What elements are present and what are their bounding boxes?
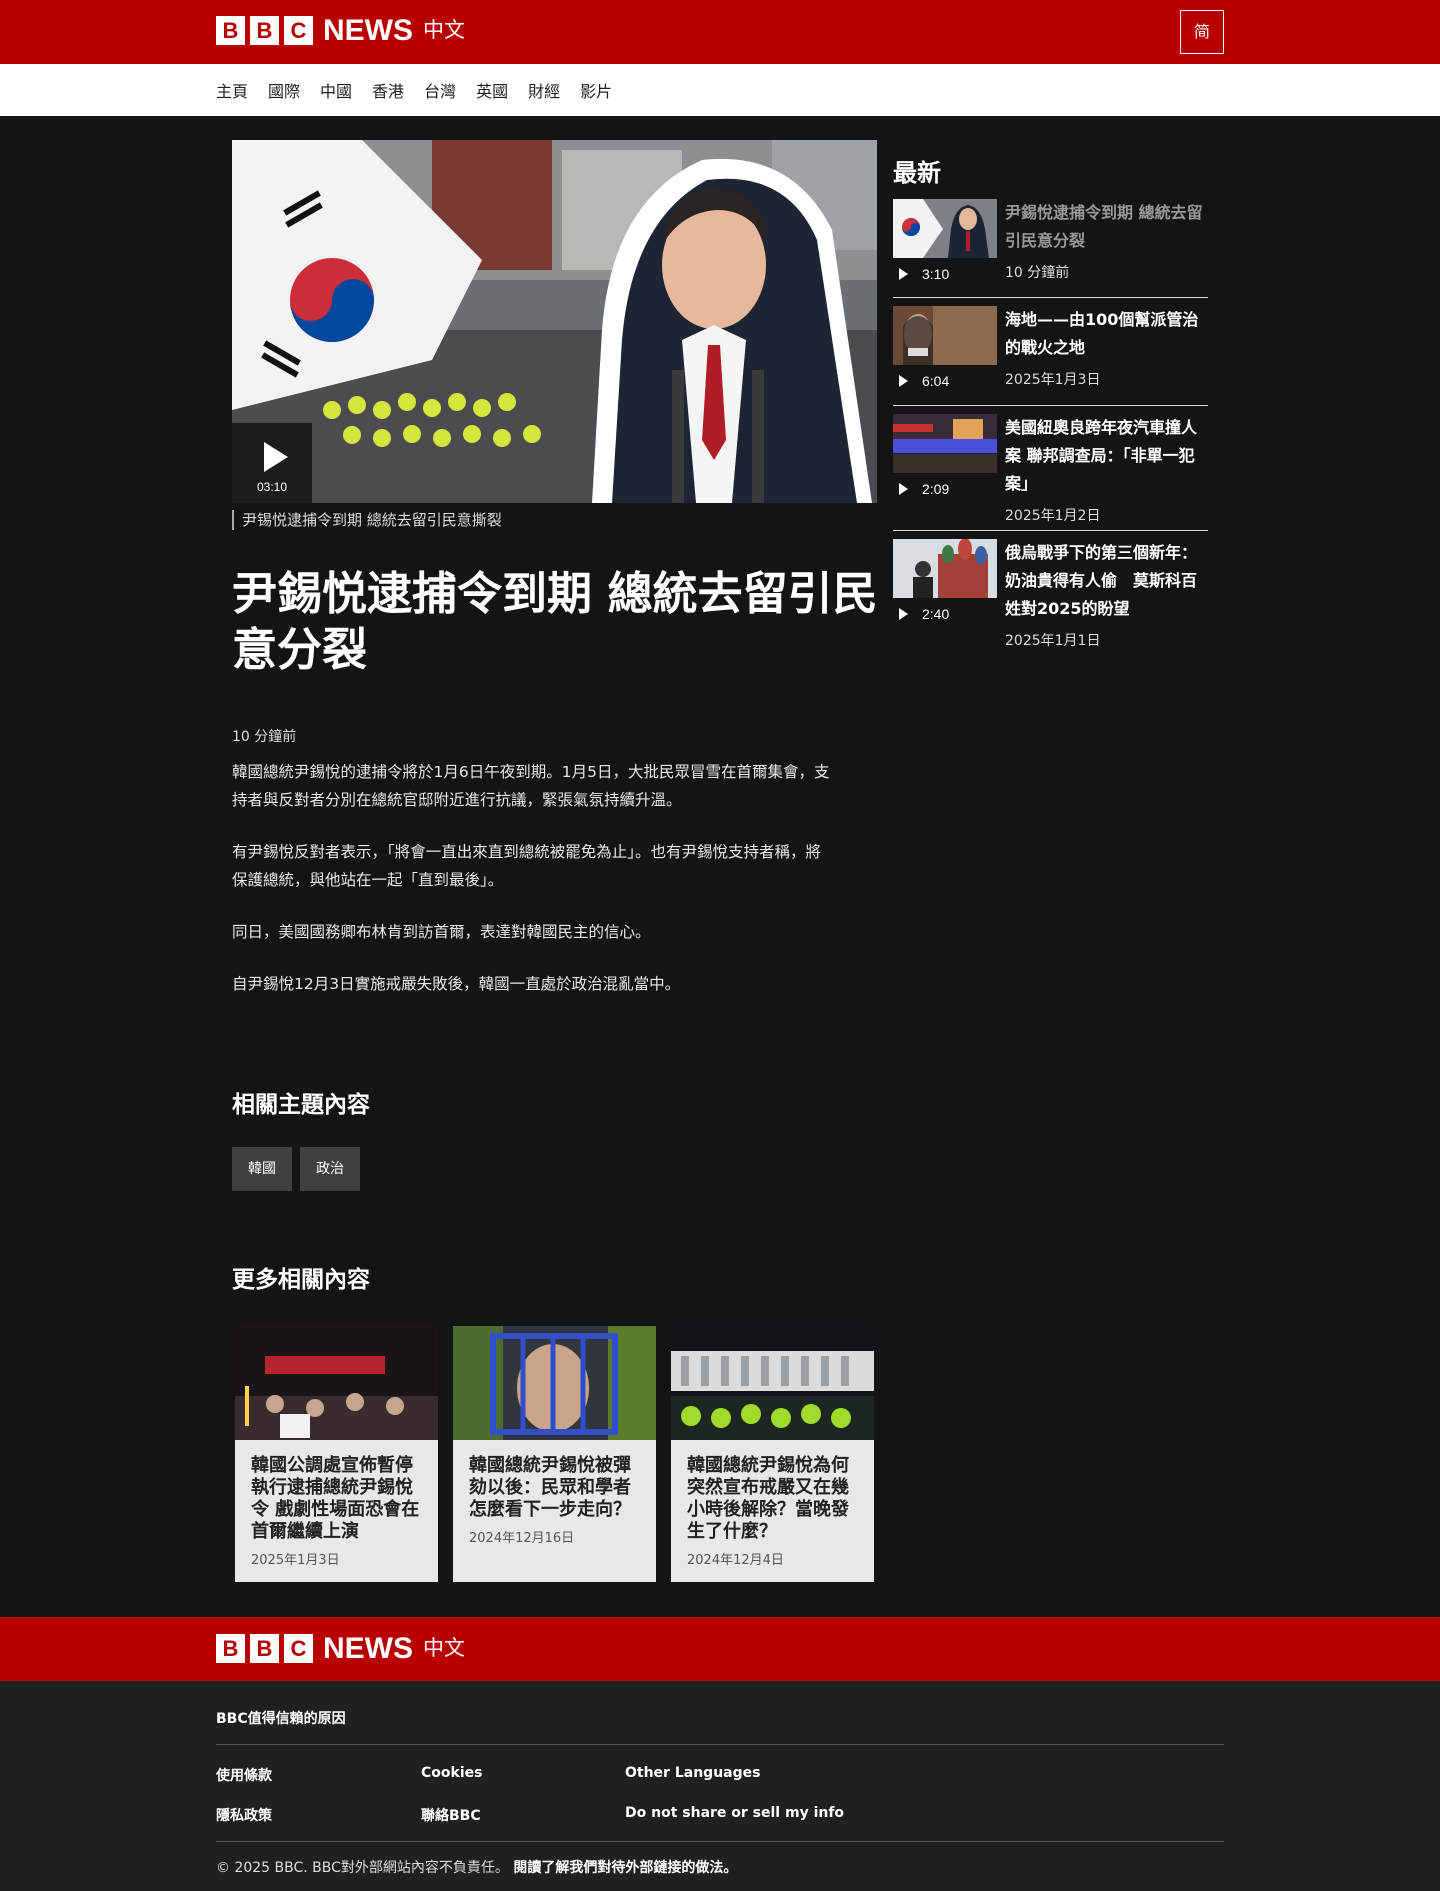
logo-letter-c: C xyxy=(284,16,313,45)
more-related-title: 更多相關內容 xyxy=(232,1267,370,1293)
nav-item-home[interactable]: 主頁 xyxy=(216,78,248,102)
article-paragraph: 有尹錫悅反對者表示，「將會一直出來直到總統被罷免為止」。也有尹錫悅支持者稱，將保… xyxy=(232,843,822,889)
logo-language-text: 中文 xyxy=(423,1636,465,1660)
latest-item-title: 俄烏戰爭下的第三個新年：奶油貴得有人偷 莫斯科百姓對2025的盼望 xyxy=(1005,543,1198,618)
article-headline: 尹錫悦逮捕令到期 總統去留引民意分裂 xyxy=(232,567,878,676)
latest-item-title: 美國紐奧良跨年夜汽車撞人案 聯邦調查局：「非單一犯案」 xyxy=(1005,418,1198,493)
related-card-image xyxy=(453,1326,656,1440)
divider xyxy=(893,297,1208,298)
nav-item-taiwan[interactable]: 台灣 xyxy=(424,78,456,102)
video-thumbnail-image xyxy=(232,140,877,503)
topic-tag-korea[interactable]: 韓國 xyxy=(232,1147,292,1191)
external-links-policy-link[interactable]: 閱讀了解我們對待外部鏈接的做法。 xyxy=(513,1860,737,1876)
logo-language-text: 中文 xyxy=(423,18,465,42)
related-card-date: 2024年12月4日 xyxy=(687,1553,784,1568)
latest-item-duration: 6:04 xyxy=(899,373,949,389)
video-player[interactable]: 03:10 xyxy=(232,140,877,503)
logo-letter-b2: B xyxy=(250,16,279,45)
latest-item-date: 2025年1月2日 xyxy=(1005,508,1101,524)
footer-link-terms[interactable]: 使用條款 xyxy=(216,1765,272,1785)
top-banner: B B C NEWS 中文 简 xyxy=(0,0,1440,64)
latest-item[interactable]: 2:40 俄烏戰爭下的第三個新年：奶油貴得有人偷 莫斯科百姓對2025的盼望 2… xyxy=(893,539,1208,649)
latest-item[interactable]: 3:10 尹錫悅逮捕令到期 總統去留引民意分裂 10 分鐘前 xyxy=(893,199,1208,289)
latest-item-duration: 3:10 xyxy=(899,266,949,282)
nav-list: 主頁 國際 中國 香港 台灣 英國 財經 影片 xyxy=(216,64,632,116)
latest-item-title: 尹錫悅逮捕令到期 總統去留引民意分裂 xyxy=(1005,203,1203,250)
divider xyxy=(893,405,1208,406)
latest-item-date: 2025年1月3日 xyxy=(1005,372,1101,388)
footer-link-contact-bbc[interactable]: 聯絡BBC xyxy=(421,1805,481,1825)
nav-item-international[interactable]: 國際 xyxy=(268,78,300,102)
latest-item-thumbnail xyxy=(893,199,997,258)
latest-item-date: 2025年1月1日 xyxy=(1005,633,1101,649)
related-topics-title: 相關主題內容 xyxy=(232,1092,370,1118)
related-card-title: 韓國公調處宣佈暫停執行逮捕總統尹錫悅令 戲劇性場面恐會在首爾繼續上演 xyxy=(251,1455,420,1542)
related-card[interactable]: 韓國總統尹錫悅被彈劾以後：民眾和學者怎麼看下一步走向？ 2024年12月16日 xyxy=(453,1326,656,1582)
logo-news-text: NEWS xyxy=(323,1632,413,1665)
logo-letter-b1: B xyxy=(216,1634,245,1663)
related-card[interactable]: 韓國公調處宣佈暫停執行逮捕總統尹錫悅令 戲劇性場面恐會在首爾繼續上演 2025年… xyxy=(235,1326,438,1582)
video-caption: 尹锡悦逮捕令到期 總統去留引民意撕裂 xyxy=(232,510,502,530)
footer-divider xyxy=(216,1744,1224,1745)
latest-item-thumbnail xyxy=(893,414,997,473)
divider xyxy=(893,530,1208,531)
copyright-text: © 2025 BBC. BBC對外部網站內容不負責任。 xyxy=(216,1860,509,1876)
latest-item-duration: 2:40 xyxy=(899,606,949,622)
footer-copyright: © 2025 BBC. BBC對外部網站內容不負責任。 閱讀了解我們對待外部鏈接… xyxy=(216,1857,737,1877)
footer-divider xyxy=(216,1841,1224,1842)
latest-item-thumbnail xyxy=(893,539,997,598)
topic-tag-politics[interactable]: 政治 xyxy=(300,1147,360,1191)
play-icon xyxy=(899,483,908,495)
latest-item-duration: 2:09 xyxy=(899,481,949,497)
article-paragraph: 同日，美國國務卿布林肯到訪首爾，表達對韓國民主的信心。 xyxy=(232,923,651,941)
navigation-bar: 主頁 國際 中國 香港 台灣 英國 財經 影片 xyxy=(0,64,1440,116)
bbc-news-logo[interactable]: B B C NEWS 中文 xyxy=(216,14,465,47)
article-timestamp: 10 分鐘前 xyxy=(232,729,297,745)
related-card-title: 韓國總統尹錫悅被彈劾以後：民眾和學者怎麼看下一步走向？ xyxy=(469,1455,631,1520)
footer-banner: B B C NEWS 中文 xyxy=(0,1617,1440,1681)
simplified-chinese-toggle-button[interactable]: 简 xyxy=(1180,10,1224,54)
logo-letter-c: C xyxy=(284,1634,313,1663)
nav-item-finance[interactable]: 財經 xyxy=(528,78,560,102)
footer-link-privacy[interactable]: 隱私政策 xyxy=(216,1805,272,1825)
play-button[interactable]: 03:10 xyxy=(232,423,312,503)
related-card-image xyxy=(235,1326,438,1440)
footer-link-do-not-share[interactable]: Do not share or sell my info xyxy=(625,1805,844,1821)
footer-link-cookies[interactable]: Cookies xyxy=(421,1765,482,1781)
article-paragraph: 自尹錫悅12月3日實施戒嚴失敗後，韓國一直處於政治混亂當中。 xyxy=(232,975,681,993)
play-icon xyxy=(899,608,908,620)
logo-news-text: NEWS xyxy=(323,14,413,47)
video-duration: 03:10 xyxy=(256,480,288,494)
logo-letter-b1: B xyxy=(216,16,245,45)
latest-item-title: 海地——由100個幫派管治的戰火之地 xyxy=(1005,310,1199,357)
footer-link-why-trust-bbc[interactable]: BBC值得信賴的原因 xyxy=(216,1708,346,1728)
related-card[interactable]: 韓國總統尹錫悅為何突然宣布戒嚴又在幾小時後解除？當晚發生了什麼？ 2024年12… xyxy=(671,1326,874,1582)
topic-tags: 韓國 政治 xyxy=(232,1147,368,1191)
nav-item-video[interactable]: 影片 xyxy=(580,78,612,102)
latest-item[interactable]: 6:04 海地——由100個幫派管治的戰火之地 2025年1月3日 xyxy=(893,306,1208,396)
related-card-date: 2024年12月16日 xyxy=(469,1531,575,1546)
play-icon xyxy=(899,375,908,387)
latest-item-thumbnail xyxy=(893,306,997,365)
logo-letter-b2: B xyxy=(250,1634,279,1663)
related-card-title: 韓國總統尹錫悅為何突然宣布戒嚴又在幾小時後解除？當晚發生了什麼？ xyxy=(687,1455,849,1542)
play-icon xyxy=(264,442,288,472)
footer-link-other-languages[interactable]: Other Languages xyxy=(625,1765,760,1781)
nav-item-china[interactable]: 中國 xyxy=(320,78,352,102)
related-card-date: 2025年1月3日 xyxy=(251,1553,340,1568)
nav-item-hong-kong[interactable]: 香港 xyxy=(372,78,404,102)
related-card-image xyxy=(671,1326,874,1440)
latest-item-date: 10 分鐘前 xyxy=(1005,265,1070,281)
latest-title: 最新 xyxy=(893,159,941,187)
nav-item-uk[interactable]: 英國 xyxy=(476,78,508,102)
article-paragraph: 韓國總統尹錫悅的逮捕令將於1月6日午夜到期。1月5日，大批民眾冒雪在首爾集會，支… xyxy=(232,763,830,809)
latest-item[interactable]: 2:09 美國紐奧良跨年夜汽車撞人案 聯邦調查局：「非單一犯案」 2025年1月… xyxy=(893,414,1208,524)
footer-bbc-news-logo[interactable]: B B C NEWS 中文 xyxy=(216,1632,465,1665)
article-body: 韓國總統尹錫悅的逮捕令將於1月6日午夜到期。1月5日，大批民眾冒雪在首爾集會，支… xyxy=(232,758,832,1022)
footer: BBC值得信賴的原因 使用條款 Cookies Other Languages … xyxy=(0,1681,1440,1891)
play-icon xyxy=(899,268,908,280)
